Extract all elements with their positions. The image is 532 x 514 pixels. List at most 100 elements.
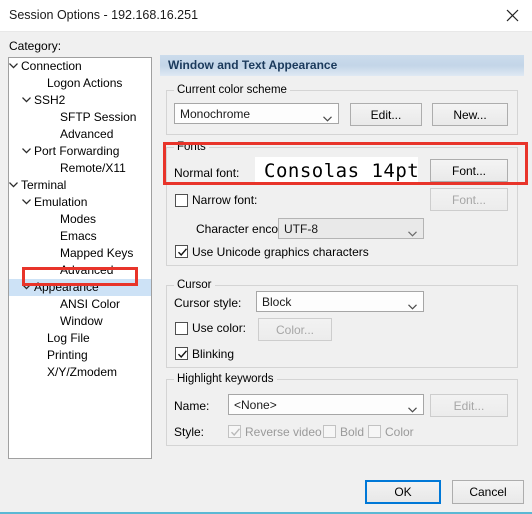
- ok-button[interactable]: OK: [365, 480, 441, 504]
- cursor-style-combo[interactable]: Block: [256, 291, 424, 312]
- normal-font-value: Consolas 14pt: [264, 160, 418, 182]
- tree-item-label: Port Forwarding: [34, 144, 120, 158]
- use-unicode-graphics-label: Use Unicode graphics characters: [192, 245, 369, 259]
- normal-font-button[interactable]: Font...: [430, 159, 508, 182]
- highlight-keywords-group-title: Highlight keywords: [174, 373, 277, 385]
- tree-item-label: SSH2: [34, 93, 66, 107]
- chevron-down-icon: [408, 299, 417, 313]
- cursor-group-title: Cursor: [174, 279, 215, 291]
- blinking-label: Blinking: [192, 347, 235, 361]
- close-glyph: [506, 9, 518, 22]
- cursor-color-button: Color...: [258, 318, 332, 341]
- tree-item-label: Logon Actions: [47, 76, 123, 90]
- panel-header: Window and Text Appearance: [160, 55, 524, 76]
- normal-font-preview: Consolas 14pt: [255, 157, 418, 185]
- tree-item-log-file[interactable]: Log File: [9, 330, 151, 347]
- tree-item-advanced[interactable]: Advanced: [9, 262, 151, 279]
- tree-item-label: Log File: [47, 331, 90, 345]
- tree-item-label: Advanced: [60, 263, 114, 277]
- chevron-down-icon: [408, 226, 417, 240]
- tree-item-label: Modes: [60, 212, 97, 226]
- category-tree[interactable]: Connection Logon Actions SSH2 SFTP Session A…: [8, 57, 152, 459]
- tree-item-label: Remote/X11: [60, 161, 126, 175]
- tree-item-label: Emacs: [60, 229, 97, 243]
- tree-item-label: SFTP Session: [60, 110, 137, 124]
- color-label: Color: [385, 425, 414, 439]
- cancel-button[interactable]: Cancel: [452, 480, 524, 504]
- character-encoding-value: UTF-8: [284, 222, 318, 236]
- bold-checkbox: [323, 425, 336, 438]
- normal-font-label: Normal font:: [174, 166, 240, 180]
- tree-item-label: Advanced: [60, 127, 114, 141]
- panel-header-title: Window and Text Appearance: [168, 58, 338, 72]
- tree-item-label: Printing: [47, 348, 88, 362]
- highlight-edit-button: Edit...: [430, 394, 508, 417]
- narrow-font-checkbox[interactable]: [175, 194, 188, 207]
- tree-item-terminal[interactable]: Terminal: [9, 177, 151, 194]
- tree-item-label: Window: [60, 314, 103, 328]
- use-color-label: Use color:: [192, 321, 247, 335]
- tree-item-logon-actions[interactable]: Logon Actions: [9, 75, 151, 92]
- chevron-down-icon[interactable]: [22, 143, 33, 160]
- tree-item-label: Emulation: [34, 195, 88, 209]
- reverse-video-label: Reverse video: [245, 425, 322, 439]
- color-scheme-combo[interactable]: Monochrome: [174, 103, 339, 124]
- tree-item-emacs[interactable]: Emacs: [9, 228, 151, 245]
- tree-item-label: Terminal: [21, 178, 67, 192]
- highlight-style-label: Style:: [174, 425, 205, 439]
- check-icon: [177, 350, 188, 359]
- tree-item-label: ANSI Color: [60, 297, 121, 311]
- chevron-down-icon[interactable]: [9, 58, 20, 75]
- cursor-style-label: Cursor style:: [174, 296, 242, 310]
- chevron-down-icon: [323, 111, 332, 125]
- tree-item-ssh2[interactable]: SSH2: [9, 92, 151, 109]
- tree-item-sftp-session[interactable]: SFTP Session: [9, 109, 151, 126]
- color-scheme-value: Monochrome: [180, 107, 251, 121]
- window-title: Session Options - 192.168.16.251: [9, 8, 199, 22]
- close-icon[interactable]: [492, 0, 532, 31]
- tree-item-label: Mapped Keys: [60, 246, 134, 260]
- tree-item-x-y-zmodem[interactable]: X/Y/Zmodem: [9, 364, 151, 381]
- tree-item-modes[interactable]: Modes: [9, 211, 151, 228]
- bold-label: Bold: [340, 425, 365, 439]
- check-icon: [230, 428, 241, 437]
- chevron-down-icon: [408, 402, 417, 416]
- chevron-down-icon[interactable]: [22, 194, 33, 211]
- tree-item-window[interactable]: Window: [9, 313, 151, 330]
- tree-item-appearance[interactable]: Appearance: [9, 279, 151, 296]
- highlight-name-combo[interactable]: <None>: [228, 394, 424, 415]
- use-unicode-graphics-checkbox[interactable]: [175, 245, 188, 258]
- narrow-font-button: Font...: [430, 188, 508, 211]
- tree-item-emulation[interactable]: Emulation: [9, 194, 151, 211]
- chevron-down-icon[interactable]: [22, 279, 33, 296]
- category-label: Category:: [9, 39, 62, 53]
- color-checkbox: [368, 425, 381, 438]
- chevron-down-icon[interactable]: [9, 177, 20, 194]
- title-bar: Session Options - 192.168.16.251: [0, 0, 532, 32]
- tree-item-port-forwarding[interactable]: Port Forwarding: [9, 143, 151, 160]
- narrow-font-label: Narrow font:: [192, 193, 258, 207]
- tree-item-connection[interactable]: Connection: [9, 58, 151, 75]
- color-scheme-group-title: Current color scheme: [174, 84, 290, 96]
- blinking-checkbox[interactable]: [175, 347, 188, 360]
- tree-item-mapped-keys[interactable]: Mapped Keys: [9, 245, 151, 262]
- fonts-group-title: Fonts: [174, 141, 209, 153]
- tree-item-printing[interactable]: Printing: [9, 347, 151, 364]
- session-options-dialog: Session Options - 192.168.16.251 Categor…: [0, 0, 532, 514]
- use-color-checkbox[interactable]: [175, 322, 188, 335]
- tree-item-remote-x11[interactable]: Remote/X11: [9, 160, 151, 177]
- highlight-name-label: Name:: [174, 399, 210, 413]
- color-scheme-edit-button[interactable]: Edit...: [350, 103, 422, 126]
- highlight-name-value: <None>: [234, 398, 277, 412]
- character-encoding-combo[interactable]: UTF-8: [278, 218, 424, 239]
- check-icon: [177, 248, 188, 257]
- tree-item-ansi-color[interactable]: ANSI Color: [9, 296, 151, 313]
- color-scheme-new-button[interactable]: New...: [432, 103, 508, 126]
- tree-item-label: Appearance: [34, 280, 99, 294]
- reverse-video-checkbox: [228, 425, 241, 438]
- tree-item-label: Connection: [21, 59, 82, 73]
- cursor-style-value: Block: [262, 295, 292, 309]
- chevron-down-icon[interactable]: [22, 92, 33, 109]
- tree-item-label: X/Y/Zmodem: [47, 365, 118, 379]
- tree-item-advanced[interactable]: Advanced: [9, 126, 151, 143]
